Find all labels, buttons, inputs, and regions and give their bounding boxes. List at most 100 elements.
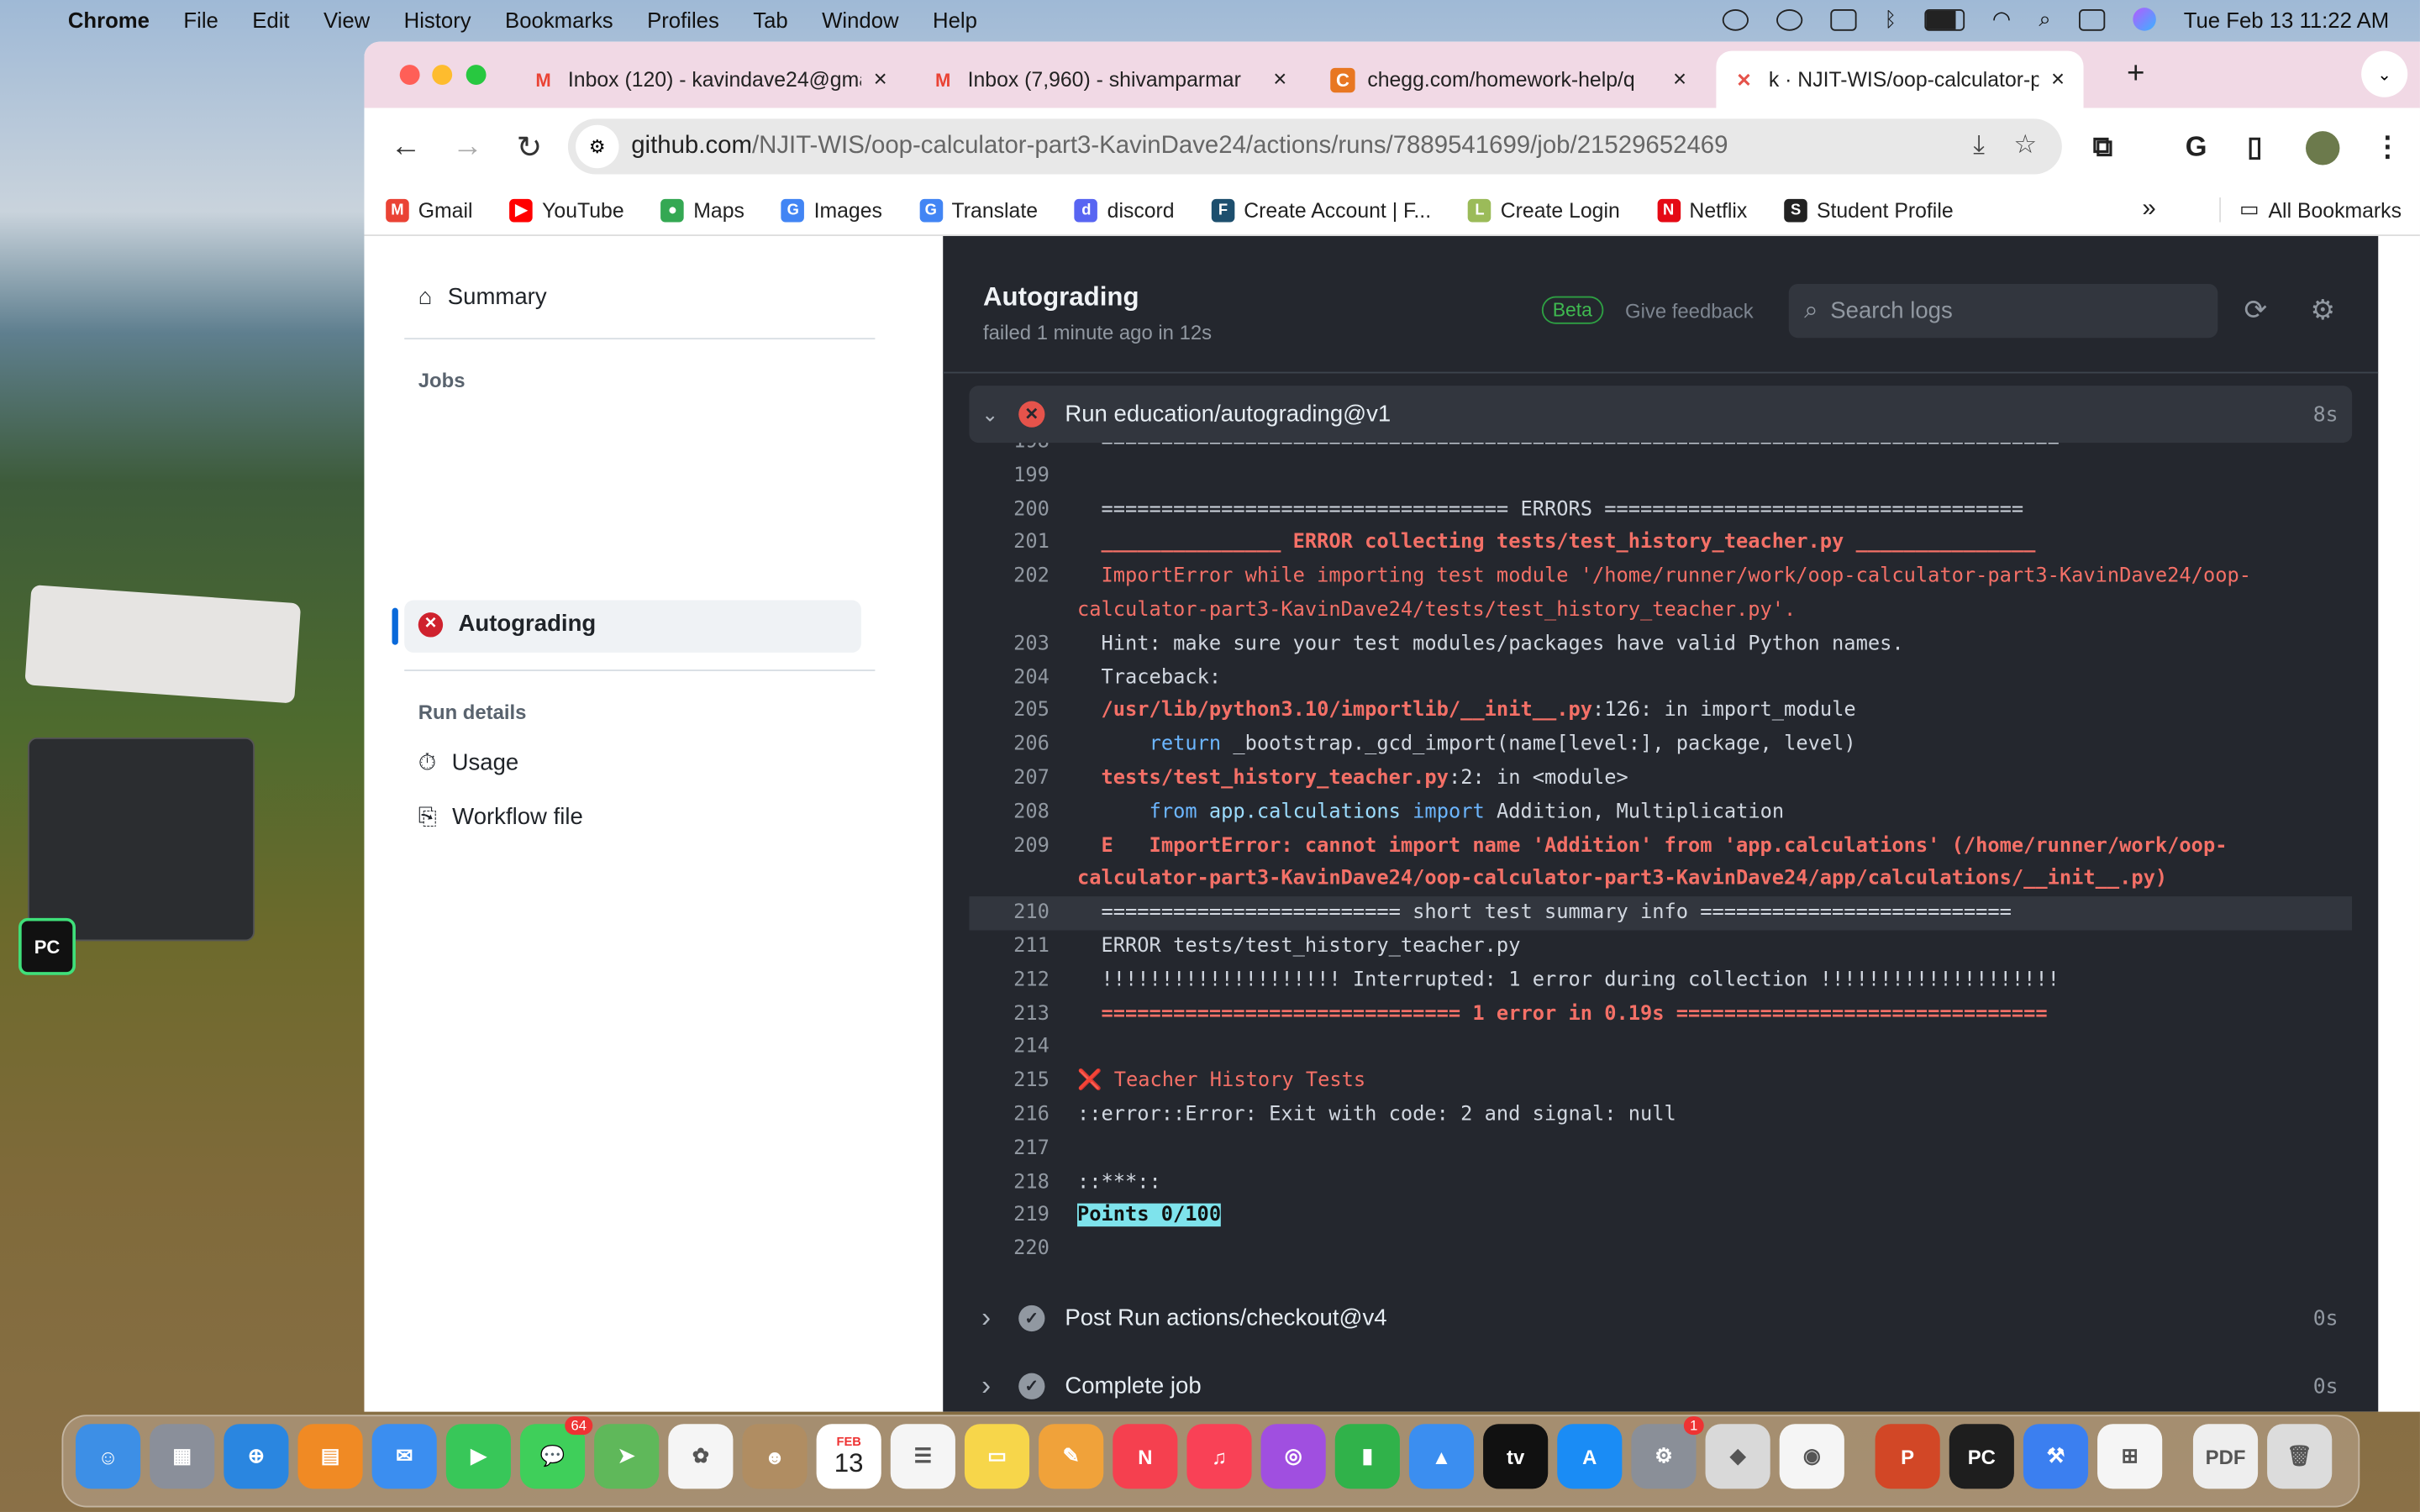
dock-roblox[interactable]: ◆ (1705, 1424, 1770, 1489)
close-tab-icon[interactable]: × (1673, 66, 1686, 92)
menu-bookmarks[interactable]: Bookmarks (505, 7, 613, 31)
dock-system-settings[interactable]: ⚙ 1 (1631, 1416, 1704, 1489)
bookmark-create[interactable]: L Create Login (1468, 198, 1620, 222)
line-number[interactable]: 214 (969, 1032, 1050, 1065)
dock-powerpoint[interactable]: P (1875, 1424, 1940, 1489)
dock-app-store[interactable]: A (1557, 1424, 1623, 1489)
log-line[interactable]: 219 Points 0/100 (969, 1200, 2352, 1233)
log-step[interactable]: › ✓ Complete job 0s (969, 1357, 2352, 1411)
dock-keynote[interactable]: ▲ (1408, 1424, 1475, 1489)
line-number[interactable]: 206 (969, 728, 1050, 762)
site-info-icon[interactable]: ⚙ (576, 124, 619, 169)
line-number[interactable]: 198 (969, 443, 1050, 459)
bookmark-discord[interactable]: d discord (1075, 198, 1175, 222)
bookmark-maps[interactable]: ● Maps (660, 198, 744, 222)
dock-mail[interactable]: ✉ (371, 1424, 437, 1489)
accessibility-icon[interactable] (1776, 8, 1803, 30)
control-center-icon[interactable] (2078, 8, 2106, 30)
side-panel-icon[interactable]: ▯ (2247, 131, 2262, 164)
line-number[interactable]: 209 (969, 829, 1050, 896)
back-button[interactable]: ← (386, 129, 426, 164)
log-line[interactable]: 208 from app.calculations import Additio… (969, 795, 2352, 829)
minimize-window-button[interactable] (432, 65, 453, 86)
log-line[interactable]: 200 ================================== E… (969, 493, 2352, 527)
autoupdate-notification-window[interactable] (24, 585, 302, 704)
log-line[interactable]: 210 ========================= short test… (969, 896, 2353, 931)
bookmark-gmail[interactable]: M Gmail (386, 198, 473, 222)
chevron-right-icon[interactable]: › (981, 1302, 1013, 1335)
log-line[interactable]: 202 ImportError while importing test mod… (969, 560, 2352, 627)
bookmark-youtube[interactable]: ▶ YouTube (509, 198, 624, 222)
dock-calendar[interactable]: FEB 13 (816, 1424, 881, 1489)
line-number[interactable]: 215 (969, 1065, 1050, 1099)
line-number[interactable]: 210 (969, 896, 1050, 930)
log-line[interactable]: 206 return _bootstrap._gcd_import(name[l… (969, 728, 2352, 762)
line-number[interactable]: 219 (969, 1200, 1050, 1233)
line-number[interactable]: 203 (969, 627, 1050, 661)
close-tab-icon[interactable]: × (1273, 66, 1286, 92)
line-number[interactable]: 217 (969, 1132, 1050, 1166)
new-tab-button[interactable]: + (2127, 57, 2144, 92)
dock-launchpad[interactable]: ▦ (150, 1424, 215, 1489)
log-line[interactable]: 212 !!!!!!!!!!!!!!!!!!!! Interrupted: 1 … (969, 963, 2352, 997)
sidebar-item-usage[interactable]: ⏱ Usage (418, 750, 519, 776)
siri-icon[interactable] (2133, 8, 2156, 31)
chevron-right-icon[interactable]: › (981, 1370, 1013, 1403)
log-line[interactable]: 213 ============================== 1 err… (969, 998, 2352, 1032)
url-text[interactable]: github.com/NJIT-WIS/oop-calculator-part3… (631, 133, 1728, 160)
menu-history[interactable]: History (404, 7, 471, 31)
dock-safari[interactable]: ⊕ (224, 1424, 289, 1489)
menu-window[interactable]: Window (822, 7, 898, 31)
gear-icon[interactable]: ⚙ (2311, 295, 2336, 328)
line-number[interactable]: 200 (969, 493, 1050, 527)
dock-pdf-documents[interactable]: PDF (2192, 1424, 2259, 1489)
line-number[interactable]: 207 (969, 762, 1050, 795)
tab-search-button[interactable]: ⌄ (2361, 50, 2408, 97)
page-scrollbar[interactable] (2378, 236, 2420, 1412)
log-line[interactable]: 207 tests/test_history_teacher.py:2: in … (969, 762, 2352, 795)
browser-tab[interactable]: ✕ k · NJIT-WIS/oop-calculator-part3 × (1716, 50, 2084, 108)
dock-finder[interactable]: ☺ (75, 1424, 141, 1489)
chrome-menu-icon[interactable]: ⋮ (2374, 131, 2402, 164)
chevron-down-icon[interactable]: ⌄ (981, 402, 1013, 426)
dock-microsoft-autoupdate[interactable]: ⊞ (2097, 1424, 2163, 1489)
close-window-button[interactable] (399, 65, 420, 86)
menu-tab[interactable]: Tab (753, 7, 787, 31)
dock-books[interactable]: ▤ (297, 1424, 363, 1489)
browser-tab[interactable]: Cchegg.com/homework-help/q × (1315, 51, 1708, 108)
dock-pycharm[interactable]: PC (1949, 1424, 2014, 1489)
grammarly-extension-icon[interactable]: G (2186, 131, 2207, 164)
line-number[interactable]: 212 (969, 963, 1050, 997)
line-number[interactable]: 199 (969, 459, 1050, 493)
log-line[interactable]: 198 ====================================… (969, 443, 2352, 459)
browser-tab[interactable]: M Inbox (120) - kavindave24@gmail.com × (515, 51, 908, 108)
bluetooth-off-icon[interactable]: ᛒ (1885, 8, 1897, 31)
log-line[interactable]: 201 _______________ ERROR collecting tes… (969, 527, 2352, 560)
dock-news[interactable]: N (1113, 1424, 1178, 1489)
sidebar-item-workflow-file[interactable]: ⎘ Workflow file (418, 804, 583, 830)
sidebar-item-summary[interactable]: ⌂ Summary (418, 284, 547, 310)
zoom-window-button[interactable] (466, 65, 487, 86)
dock-notes[interactable]: ▭ (964, 1424, 1030, 1489)
install-app-icon[interactable]: ⤓ (1973, 129, 1985, 160)
log-line[interactable]: 217 (969, 1132, 2352, 1166)
dock-messages[interactable]: 💬 64 (519, 1416, 593, 1489)
dock-numbers[interactable]: ▮ (1334, 1424, 1400, 1489)
dock-chrome[interactable]: ◉ (1779, 1424, 1844, 1489)
line-number[interactable]: 220 (969, 1233, 1050, 1267)
log-line[interactable]: 220 (969, 1233, 2352, 1267)
dock-facetime[interactable]: ▶ (445, 1424, 511, 1489)
menu-app-name[interactable]: Chrome (68, 7, 150, 31)
log-line[interactable]: 203 Hint: make sure your test modules/pa… (969, 627, 2352, 661)
menu-help[interactable]: Help (933, 7, 977, 31)
give-feedback-link[interactable]: Give feedback (1625, 299, 1754, 323)
log-line[interactable]: 204 Traceback: (969, 661, 2352, 695)
reload-button[interactable]: ↻ (509, 128, 550, 166)
dock-tv[interactable]: tv (1483, 1424, 1549, 1489)
forward-button[interactable]: → (448, 129, 488, 164)
extensions-icon[interactable]: ⧉ (2093, 131, 2113, 164)
log-step[interactable]: ⌄ ✕ Run education/autograding@v1 8s (969, 386, 2353, 444)
log-line[interactable]: 215 ❌ Teacher History Tests (969, 1065, 2352, 1099)
dock-photos[interactable]: ✿ (668, 1424, 734, 1489)
battery-icon[interactable] (1924, 8, 1965, 30)
